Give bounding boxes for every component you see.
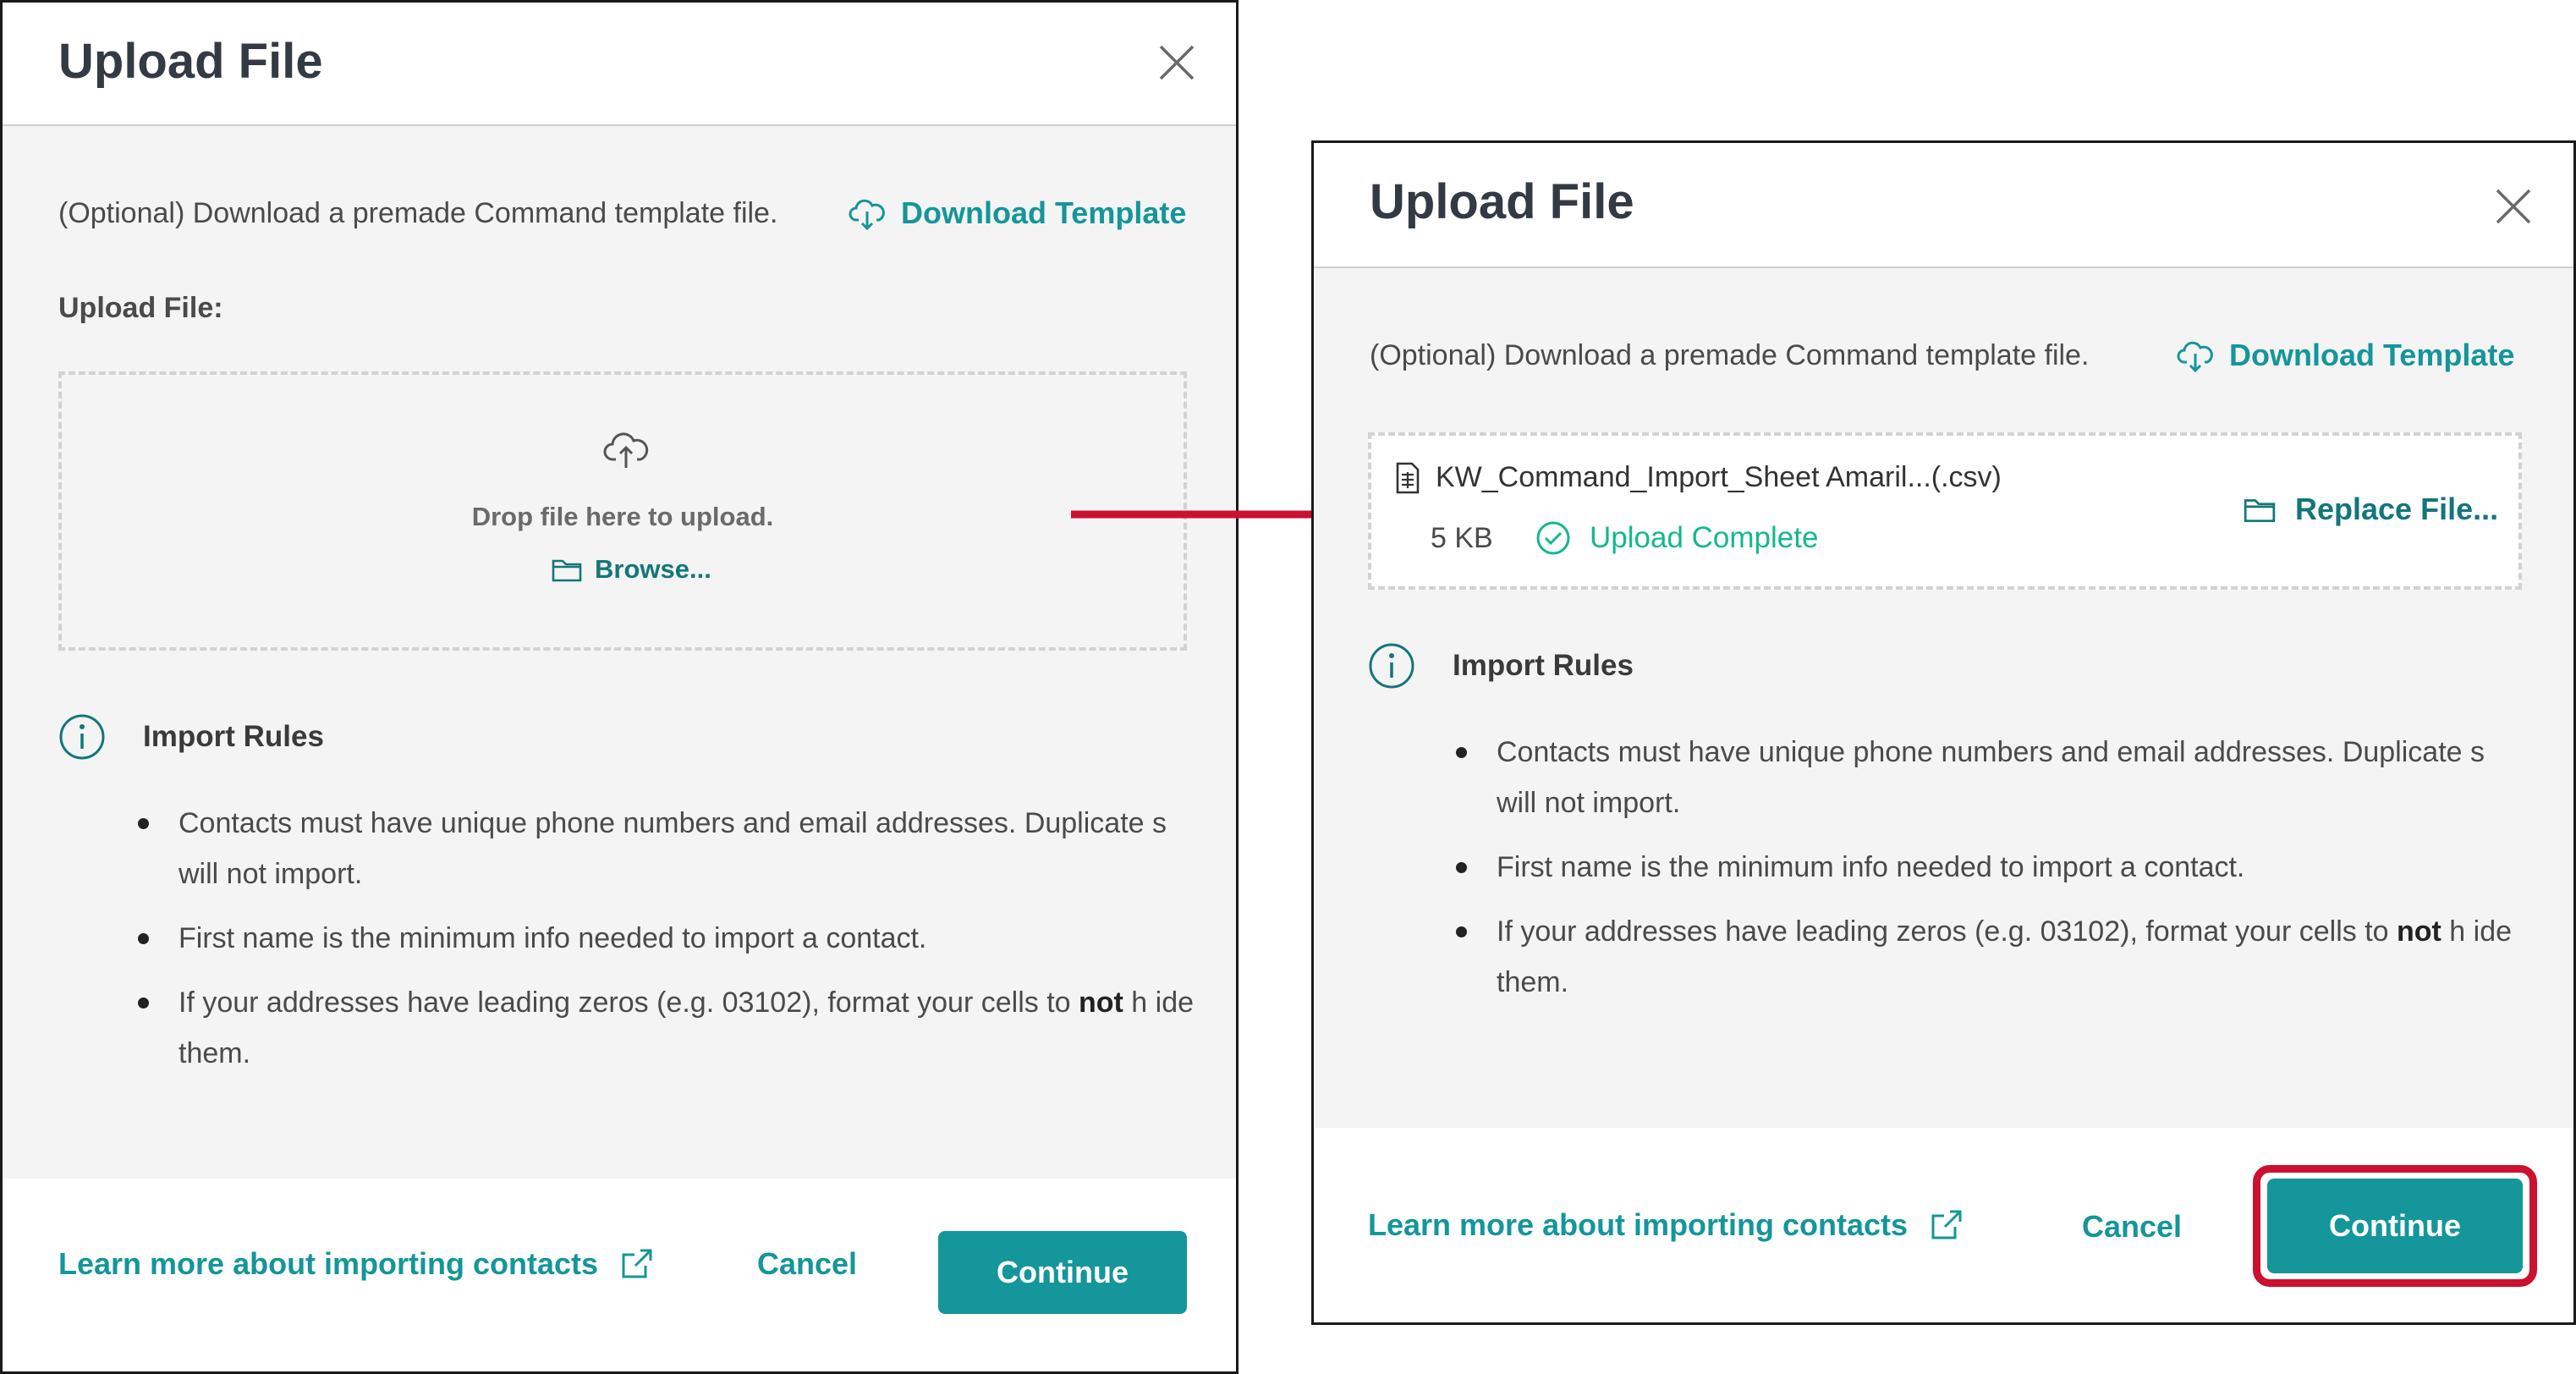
dialog-header: Upload File [1314, 143, 2573, 268]
dialog-body: (Optional) Download a premade Command te… [3, 126, 1236, 1184]
cancel-button[interactable]: Cancel [2082, 1209, 2182, 1245]
drop-file-text: Drop file here to upload. [471, 502, 774, 531]
continue-button[interactable]: Continue [938, 1231, 1187, 1314]
rule-emphasis: not [2397, 915, 2441, 948]
dialog-body: (Optional) Download a premade Command te… [1314, 268, 2573, 1133]
folder-icon [2244, 499, 2276, 523]
file-icon [1396, 462, 1420, 493]
check-circle-icon [1536, 521, 1570, 555]
import-rules-title: Import Rules [143, 720, 324, 753]
file-size: 5 KB [1431, 522, 1493, 554]
rule-emphasis: not [1079, 987, 1123, 1019]
rule-text: If your addresses have leading zeros (e.… [1497, 915, 2397, 948]
dialog-title: Upload File [1370, 174, 1634, 229]
dialog-title: Upload File [58, 34, 323, 89]
file-name-row: KW_Command_Import_Sheet Amaril...(.csv) [1395, 461, 2002, 494]
upload-status: Upload Complete [1535, 520, 1818, 556]
replace-file-label: Replace File... [2295, 492, 2499, 526]
learn-more-link[interactable]: Learn more about importing contacts [58, 1246, 654, 1282]
drop-zone[interactable]: Drop file here to upload. Browse... [58, 371, 1187, 651]
optional-template-text: (Optional) Download a premade Command te… [58, 197, 778, 229]
cloud-download-icon [849, 199, 885, 230]
learn-more-label: Learn more about importing contacts [1368, 1207, 1909, 1242]
list-item: If your addresses have leading zeros (e.… [138, 977, 1195, 1079]
folder-icon [552, 559, 582, 582]
download-template-label: Download Template [2229, 338, 2515, 372]
continue-button[interactable]: Continue [2267, 1179, 2523, 1273]
import-rules-list: Contacts must have unique phone numbers … [138, 798, 1195, 1092]
download-template-link[interactable]: Download Template [2177, 338, 2514, 373]
rule-text: If your addresses have leading zeros (e.… [179, 987, 1079, 1019]
info-icon [59, 714, 105, 760]
file-name: KW_Command_Import_Sheet Amaril...(.csv) [1436, 461, 2002, 493]
external-link-icon [622, 1249, 652, 1278]
import-rules-list: Contacts must have unique phone numbers … [1456, 727, 2532, 1021]
external-link-icon [1931, 1210, 1962, 1239]
list-item: Contacts must have unique phone numbers … [138, 798, 1195, 899]
dialog-header: Upload File [3, 3, 1236, 126]
import-rules-header: Import Rules [58, 713, 324, 761]
cloud-upload-icon [603, 432, 649, 468]
download-template-label: Download Template [901, 195, 1187, 230]
list-item: Contacts must have unique phone numbers … [1456, 727, 2532, 828]
upload-status-label: Upload Complete [1590, 521, 1819, 554]
close-icon[interactable] [2492, 185, 2535, 228]
uploaded-file-card: KW_Command_Import_Sheet Amaril...(.csv) … [1368, 432, 2522, 590]
close-icon[interactable] [1156, 41, 1198, 84]
info-icon [1369, 643, 1414, 689]
replace-file-link[interactable]: Replace File... [2243, 492, 2498, 527]
upload-dialog-after: Upload File (Optional) Download a premad… [1311, 140, 2576, 1325]
list-item: First name is the minimum info needed to… [1456, 842, 2532, 893]
optional-template-text: (Optional) Download a premade Command te… [1370, 339, 2090, 371]
browse-link[interactable]: Browse... [551, 554, 711, 585]
browse-label: Browse... [595, 554, 711, 584]
cancel-button[interactable]: Cancel [757, 1246, 857, 1282]
list-item: First name is the minimum info needed to… [138, 913, 1195, 964]
upload-file-label: Upload File: [58, 292, 223, 324]
download-template-link[interactable]: Download Template [849, 195, 1186, 231]
import-rules-header: Import Rules [1368, 642, 1634, 690]
learn-more-link[interactable]: Learn more about importing contacts [1368, 1207, 1964, 1243]
dialog-footer: Learn more about importing contacts Canc… [1314, 1128, 2573, 1322]
upload-dialog-before: Upload File (Optional) Download a premad… [0, 0, 1239, 1374]
list-item: If your addresses have leading zeros (e.… [1456, 906, 2532, 1008]
cloud-download-icon [2177, 341, 2213, 372]
import-rules-title: Import Rules [1453, 649, 1634, 682]
learn-more-label: Learn more about importing contacts [58, 1246, 599, 1281]
dialog-footer: Learn more about importing contacts Canc… [3, 1179, 1236, 1371]
